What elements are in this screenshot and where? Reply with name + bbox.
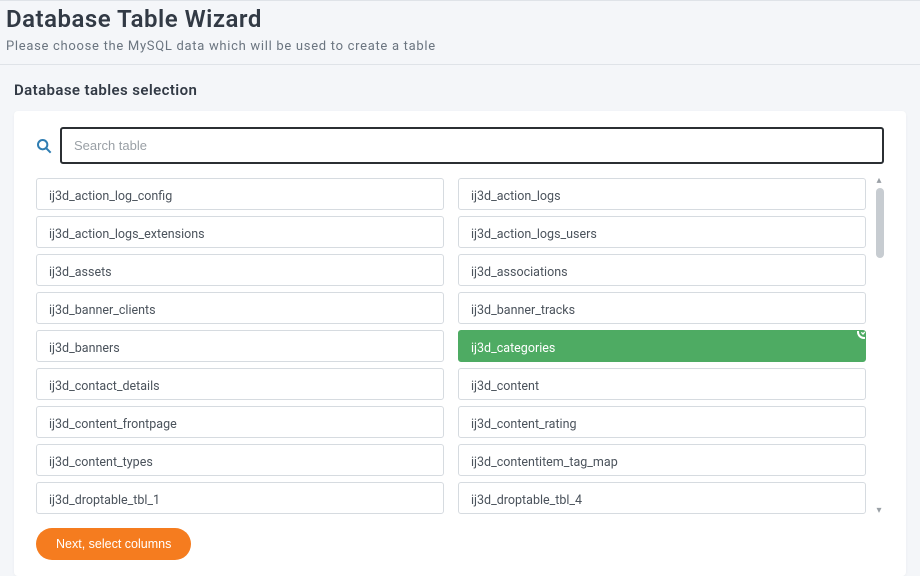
table-item[interactable]: ij3d_action_logs_users bbox=[458, 216, 866, 248]
table-item[interactable]: ij3d_action_logs bbox=[458, 178, 866, 210]
table-item[interactable]: ij3d_banner_clients bbox=[36, 292, 444, 324]
table-item[interactable]: ij3d_assets bbox=[36, 254, 444, 286]
table-item-label: ij3d_contentitem_tag_map bbox=[471, 455, 618, 470]
table-item-label: ij3d_content_types bbox=[49, 455, 153, 470]
table-item-label: ij3d_content_rating bbox=[471, 417, 577, 432]
table-item[interactable]: ij3d_content_frontpage bbox=[36, 406, 444, 438]
page-header: Database Table Wizard Please choose the … bbox=[0, 0, 920, 65]
next-select-columns-button[interactable]: Next, select columns bbox=[36, 528, 191, 560]
wizard-panel: ij3d_action_log_config ij3d_action_logsij… bbox=[14, 111, 906, 576]
table-item[interactable]: ij3d_banners bbox=[36, 330, 444, 362]
table-item-label: ij3d_action_log_config bbox=[49, 189, 172, 204]
table-item[interactable]: ij3d_categories bbox=[458, 330, 866, 362]
scrollbar-thumb[interactable] bbox=[876, 188, 884, 258]
page-title: Database Table Wizard bbox=[6, 1, 914, 33]
table-item[interactable]: ij3d_contentitem_tag_map bbox=[458, 444, 866, 476]
table-item-label: ij3d_droptable_tbl_4 bbox=[471, 493, 582, 508]
search-row bbox=[36, 127, 884, 164]
search-icon bbox=[36, 138, 52, 154]
table-item[interactable]: ij3d_droptable_tbl_1 bbox=[36, 482, 444, 514]
table-item[interactable]: ij3d_droptable_tbl_4 bbox=[458, 482, 866, 514]
check-icon bbox=[857, 330, 866, 339]
table-item-label: ij3d_banner_clients bbox=[49, 303, 156, 318]
scroll-down-arrow[interactable]: ▾ bbox=[874, 506, 884, 514]
page-subtitle: Please choose the MySQL data which will … bbox=[6, 39, 914, 54]
table-item[interactable]: ij3d_content_types bbox=[36, 444, 444, 476]
wizard-footer: Next, select columns bbox=[36, 528, 884, 560]
table-item-label: ij3d_action_logs bbox=[471, 189, 561, 204]
scrollbar[interactable]: ▴ ▾ bbox=[874, 178, 884, 514]
table-item-label: ij3d_categories bbox=[471, 341, 555, 356]
table-item-label: ij3d_associations bbox=[471, 265, 568, 280]
table-item[interactable]: ij3d_action_logs_extensions bbox=[36, 216, 444, 248]
table-item[interactable]: ij3d_content bbox=[458, 368, 866, 400]
table-item[interactable]: ij3d_associations bbox=[458, 254, 866, 286]
table-item-label: ij3d_action_logs_users bbox=[471, 227, 597, 242]
section-title: Database tables selection bbox=[0, 65, 920, 111]
table-item-label: ij3d_assets bbox=[49, 265, 112, 280]
table-item-label: ij3d_banners bbox=[49, 341, 120, 356]
table-list: ij3d_action_log_config ij3d_action_logsij… bbox=[36, 178, 884, 514]
table-item-label: ij3d_banner_tracks bbox=[471, 303, 575, 318]
table-item[interactable]: ij3d_action_log_config bbox=[36, 178, 444, 210]
table-item-label: ij3d_contact_details bbox=[49, 379, 160, 394]
table-item[interactable]: ij3d_banner_tracks bbox=[458, 292, 866, 324]
table-item[interactable]: ij3d_content_rating bbox=[458, 406, 866, 438]
table-item[interactable]: ij3d_contact_details bbox=[36, 368, 444, 400]
search-input[interactable] bbox=[60, 127, 884, 164]
table-item-label: ij3d_action_logs_extensions bbox=[49, 227, 205, 242]
table-list-container: ij3d_action_log_config ij3d_action_logsij… bbox=[36, 178, 884, 514]
table-item-label: ij3d_content_frontpage bbox=[49, 417, 177, 432]
scroll-up-arrow[interactable]: ▴ bbox=[874, 178, 884, 186]
table-item-label: ij3d_content bbox=[471, 379, 539, 394]
table-item-label: ij3d_droptable_tbl_1 bbox=[49, 493, 160, 508]
